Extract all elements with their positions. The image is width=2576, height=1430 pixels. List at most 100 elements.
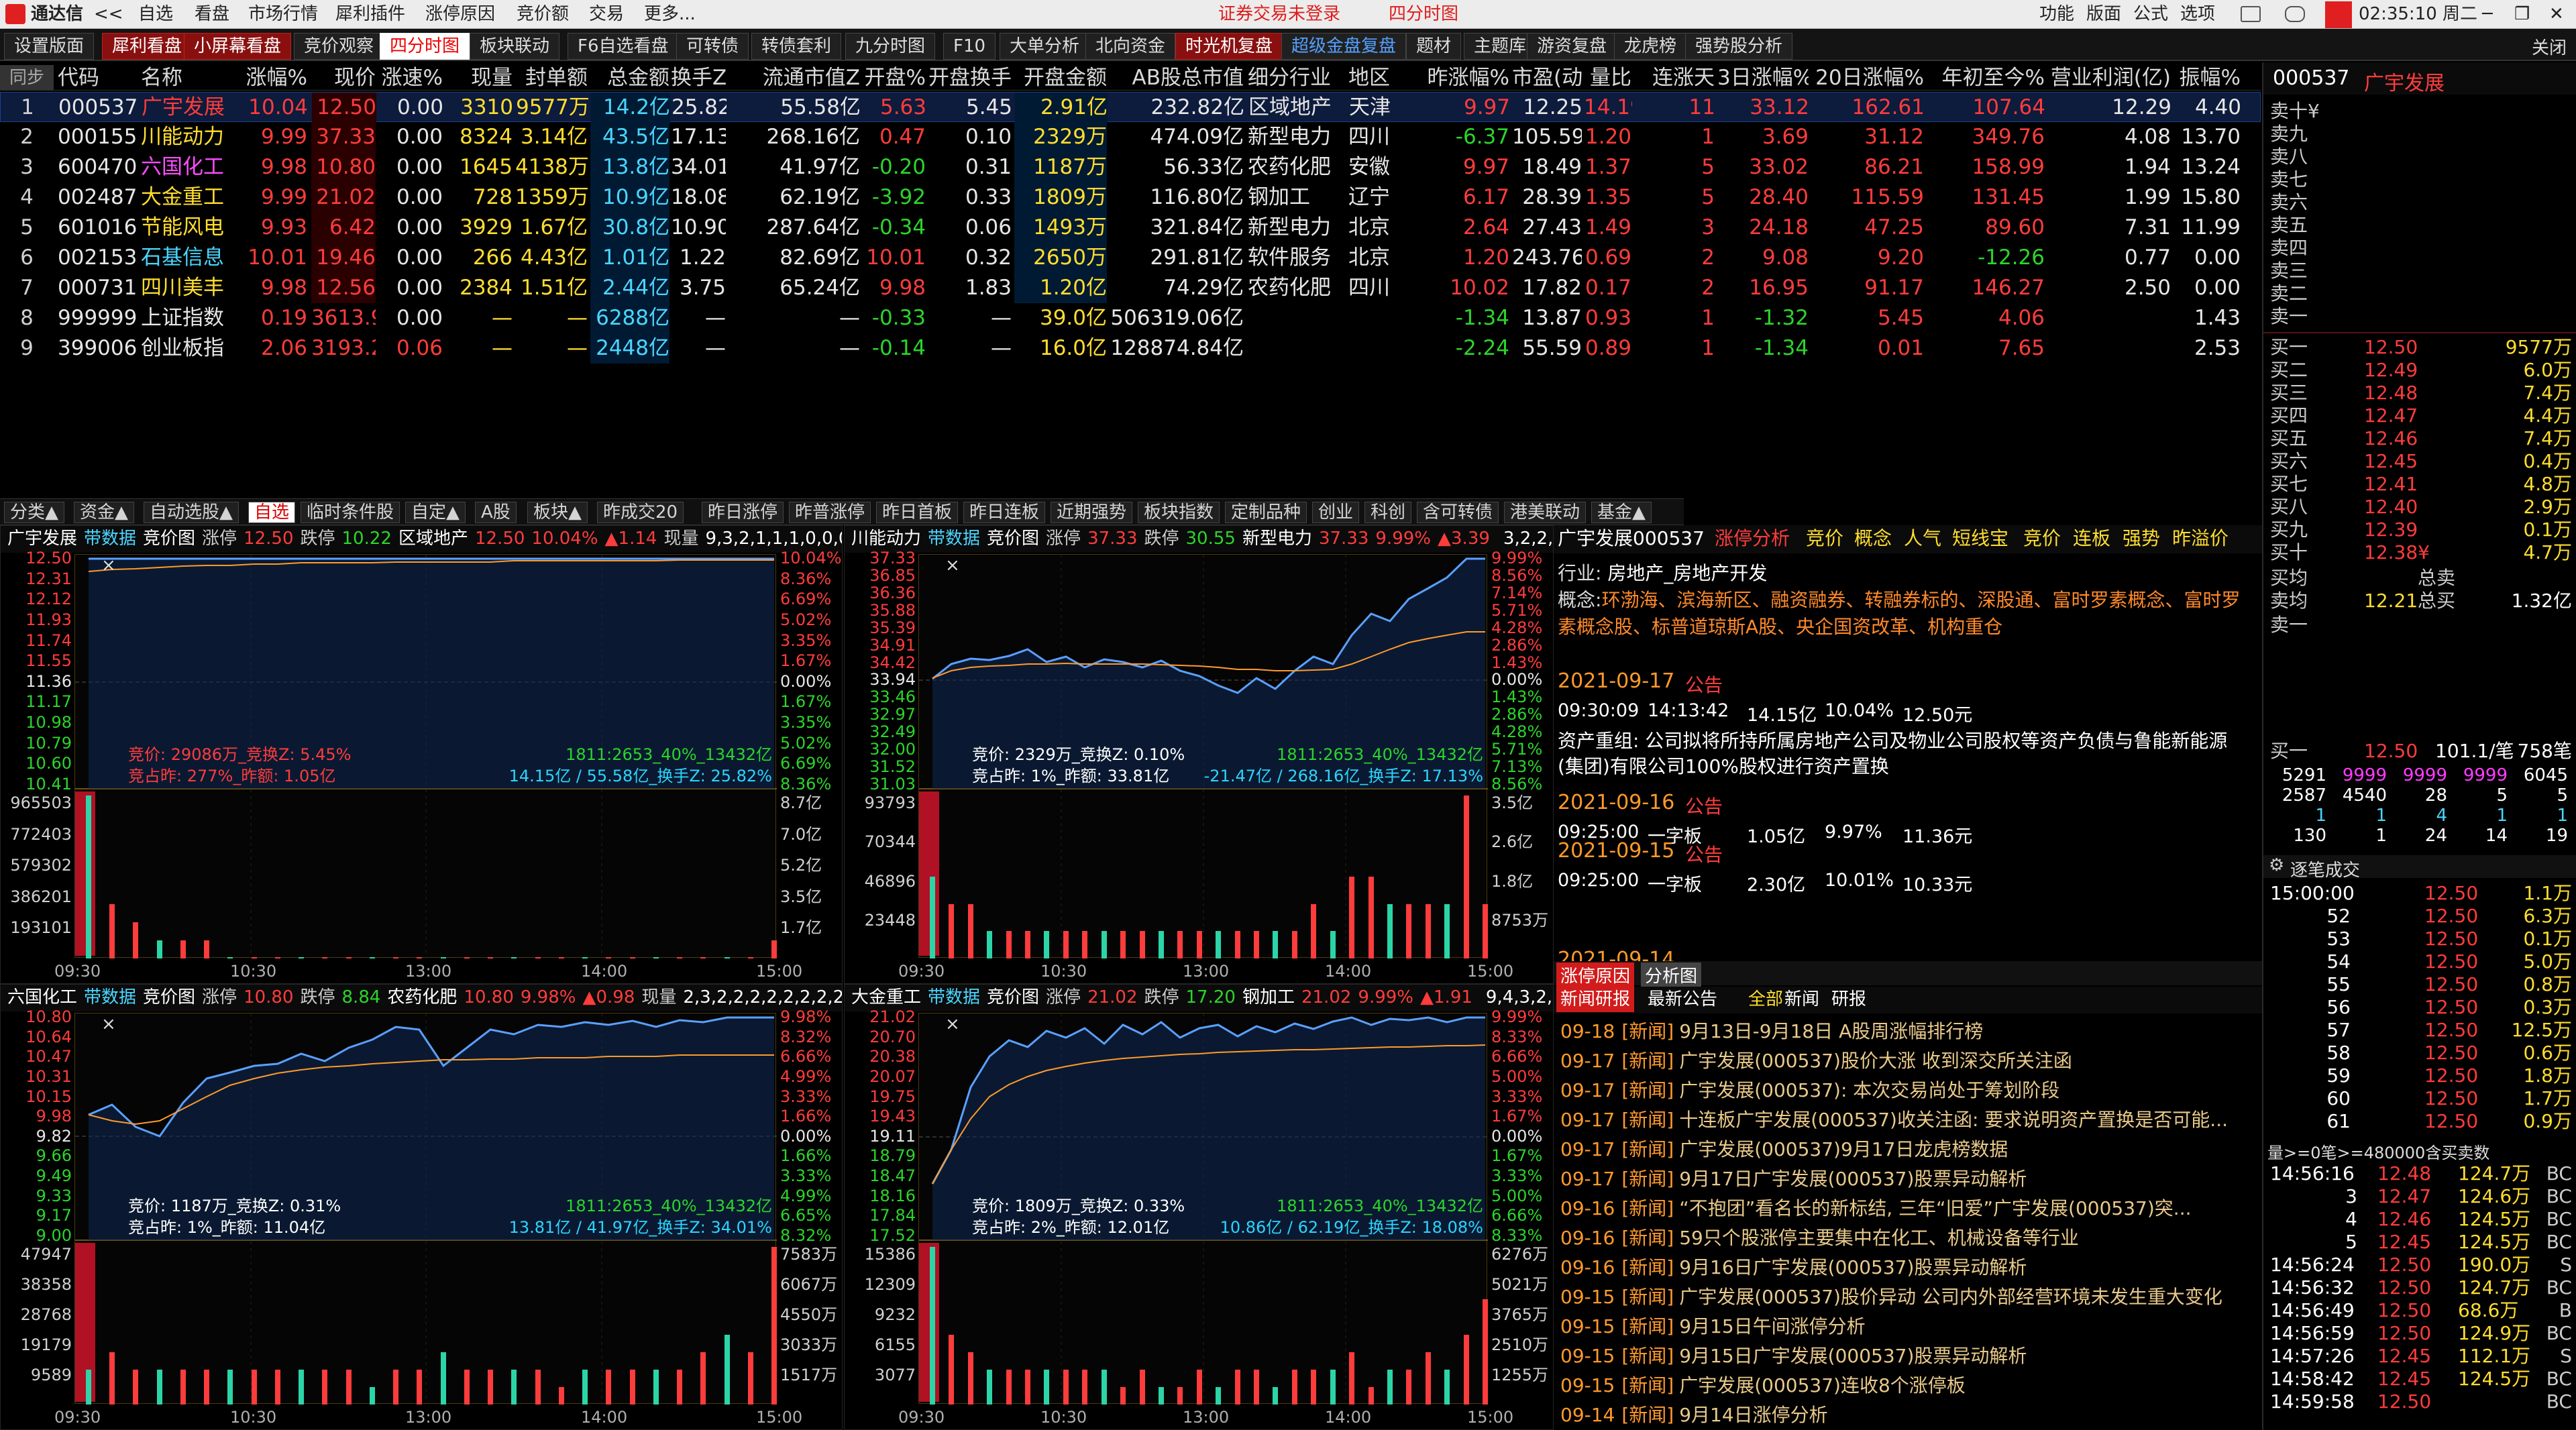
menu-layout[interactable]: 版面	[2086, 0, 2121, 29]
close-chart-icon[interactable]: ×	[945, 555, 960, 575]
back-button[interactable]: <<	[94, 0, 123, 29]
bid-level[interactable]: 买八 12.40 2.9万	[2270, 496, 2572, 518]
column-header[interactable]: 同步	[0, 65, 54, 91]
menu-options[interactable]: 选项	[2180, 0, 2215, 29]
menu-auction[interactable]: 竞价额	[517, 0, 569, 29]
column-header[interactable]: 换手Z	[671, 65, 726, 91]
close-chart-icon[interactable]: ×	[101, 1014, 116, 1034]
column-header[interactable]: 名称	[141, 65, 228, 91]
news-item[interactable]: 09-16 [新闻] “不抱团”看名长的新标结, 三年“旧爱”广宇发展(000537…	[1560, 1196, 2255, 1221]
tab-continuous[interactable]: 连板	[2073, 525, 2110, 552]
column-header[interactable]: 开盘%	[861, 65, 926, 91]
board-tab[interactable]: 港美联动	[1504, 502, 1587, 523]
close-tabs-button[interactable]: 关闭	[2532, 34, 2567, 59]
column-header[interactable]: 连涨天	[1634, 65, 1715, 91]
close-button[interactable]: ✕	[2549, 0, 2564, 29]
board-tab[interactable]: 自动选股▲	[144, 502, 239, 523]
column-header[interactable]: 涨速%	[376, 65, 443, 91]
bid-level[interactable]: 买七 12.41 4.8万	[2270, 473, 2572, 496]
tab-limitup-analysis[interactable]: 涨停分析	[1715, 525, 1790, 552]
tab-limitup-reason[interactable]: 涨停原因	[1556, 963, 1635, 987]
layout-tab[interactable]: 题材	[1406, 33, 1462, 60]
menu-limitup-reason[interactable]: 涨停原因	[425, 0, 495, 29]
board-tab[interactable]: 板块指数	[1138, 502, 1220, 523]
menu-more[interactable]: 更多...	[644, 0, 696, 29]
table-row[interactable]: 2 000155 川能动力 9.99 37.33 0.00 8324 3.14亿 43.5亿 17…	[0, 122, 2261, 152]
bid-level[interactable]: 买九 12.39 0.1万	[2270, 518, 2572, 541]
board-tab[interactable]: 昨普涨停	[789, 502, 871, 523]
ask-level[interactable]: 卖六	[2270, 191, 2572, 214]
column-header[interactable]: 年初至今%	[1927, 65, 2045, 91]
menu-function[interactable]: 功能	[2039, 0, 2074, 29]
tab-news[interactable]: 新闻	[1784, 987, 1819, 1012]
intraday-chart[interactable]: 六国化工 带数据 竞价图 涨停 10.80 跌停 8.84 农药化肥 10.80 9.98% ▲0.…	[0, 984, 843, 1430]
tab-auction-2[interactable]: 竞价	[2023, 525, 2061, 552]
board-tab[interactable]: 基金▲	[1591, 502, 1652, 523]
board-tab[interactable]: 定制品种	[1225, 502, 1307, 523]
table-row[interactable]: 6 002153 石基信息 10.01 19.46 0.00 266 4.43亿 1.01亿 1.…	[0, 243, 2261, 273]
tab-strength[interactable]: 强势	[2123, 525, 2160, 552]
layout-tab[interactable]: F6自选看盘	[568, 33, 679, 60]
ask-level[interactable]: 卖九	[2270, 123, 2572, 146]
table-row[interactable]: 9399006创业板指2.063193.260.06——2448亿——-0.14…	[0, 333, 2261, 364]
ask-level[interactable]: 卖四	[2270, 237, 2572, 260]
bid-level[interactable]: 买三 12.48 7.4万	[2270, 382, 2572, 404]
menu-formula[interactable]: 公式	[2133, 0, 2168, 29]
bid-level[interactable]: 买四 12.47 4.4万	[2270, 404, 2572, 427]
tab-all[interactable]: 全部	[1748, 987, 1783, 1012]
layout-tab[interactable]: 犀利看盘	[102, 33, 193, 60]
intraday-chart[interactable]: 川能动力 带数据 竞价图 涨停 37.33 跌停 30.55 新型电力 37.33 9.99% ▲3…	[844, 525, 1554, 984]
column-header[interactable]: 细分行业	[1248, 65, 1347, 91]
ask-level[interactable]: 卖八	[2270, 146, 2572, 168]
maximize-button[interactable]: ❐	[2514, 0, 2530, 29]
board-tab[interactable]: 昨成交20	[597, 502, 684, 523]
board-tab[interactable]: 含可转债	[1417, 502, 1499, 523]
column-header[interactable]: 流通市值Z	[729, 65, 860, 91]
news-item[interactable]: 09-14 [新闻] 9月14日涨停分析	[1560, 1402, 2255, 1428]
board-tab[interactable]: 科创	[1364, 502, 1412, 523]
layout-tab[interactable]: 板块联动	[470, 33, 560, 60]
menu-market[interactable]: 市场行情	[248, 0, 318, 29]
menu-zixuan[interactable]: 自选	[138, 0, 173, 29]
news-item[interactable]: 09-17 [新闻] 广宇发展(000537)9月17日龙虎榜数据	[1560, 1137, 2255, 1162]
column-header[interactable]: 昨涨幅%	[1426, 65, 1509, 91]
intraday-chart[interactable]: 大金重工 带数据 竞价图 涨停 21.02 跌停 17.20 钢加工 21.02 9.99% ▲1.…	[844, 984, 1554, 1430]
column-header[interactable]: 开盘金额	[1014, 65, 1107, 91]
tab-latest-announcement[interactable]: 最新公告	[1648, 987, 1717, 1012]
ask-level[interactable]: 卖三	[2270, 260, 2572, 282]
bid-level[interactable]: 买一 12.50 9577万	[2270, 336, 2572, 359]
ask-level[interactable]: 卖七	[2270, 168, 2572, 191]
mail-icon[interactable]	[2241, 6, 2261, 22]
layout-tab[interactable]: 超级金盘复盘	[1281, 33, 1407, 60]
tab-concept[interactable]: 概念	[1854, 525, 1892, 552]
tab-auction[interactable]: 竞价	[1806, 525, 1843, 552]
table-row[interactable]: 5 601016 节能风电 9.93 6.42 0.00 3929 1.67亿 30.8亿 10.…	[0, 213, 2261, 243]
layout-tab[interactable]: 四分时图	[380, 33, 470, 60]
layout-tab[interactable]: 北向资金	[1085, 33, 1176, 60]
column-header[interactable]: 量比	[1583, 65, 1631, 91]
column-header[interactable]: 封单额	[515, 65, 588, 91]
layout-tab[interactable]: 游资复盘	[1527, 33, 1617, 60]
news-item[interactable]: 09-17 [新闻] 9月17日广宇发展(000537)股票异动解析	[1560, 1166, 2255, 1192]
big-order-filter[interactable]: 量>=0笔>=480000含买卖数	[2267, 1140, 2489, 1163]
layout-tab[interactable]: 强势股分析	[1685, 33, 1793, 60]
menu-plugin[interactable]: 犀利插件	[335, 0, 405, 29]
tab-research[interactable]: 研报	[1831, 987, 1866, 1012]
login-notice[interactable]: 证券交易未登录	[1218, 0, 1340, 29]
tab-popularity[interactable]: 人气	[1904, 525, 1941, 552]
ask-level[interactable]: 卖五	[2270, 214, 2572, 237]
bid-level[interactable]: 买六 12.45 0.4万	[2270, 450, 2572, 473]
table-row[interactable]: 8999999上证指数0.193613.970.00——6288亿——-0.33…	[0, 303, 2261, 333]
board-tab[interactable]: 自定▲	[405, 502, 466, 523]
layout-tab[interactable]: 九分时图	[845, 33, 936, 60]
ask-level[interactable]: 卖一	[2270, 305, 2572, 328]
bid-level[interactable]: 买十 12.38¥ 4.7万	[2270, 541, 2572, 564]
board-tab[interactable]: 自选	[248, 502, 296, 523]
tab-premium[interactable]: 昨溢价	[2172, 525, 2229, 552]
layout-tab[interactable]: 可转债	[676, 33, 749, 60]
column-header[interactable]: 振幅%	[2174, 65, 2241, 91]
board-tab[interactable]: 昨日涨停	[702, 502, 784, 523]
bid-level[interactable]: 买二 12.49 6.0万	[2270, 359, 2572, 382]
news-item[interactable]: 09-15 [新闻] 广宇发展(000537)连收8个涨停板	[1560, 1373, 2255, 1398]
column-header[interactable]: 开盘换手Z	[928, 65, 1012, 91]
